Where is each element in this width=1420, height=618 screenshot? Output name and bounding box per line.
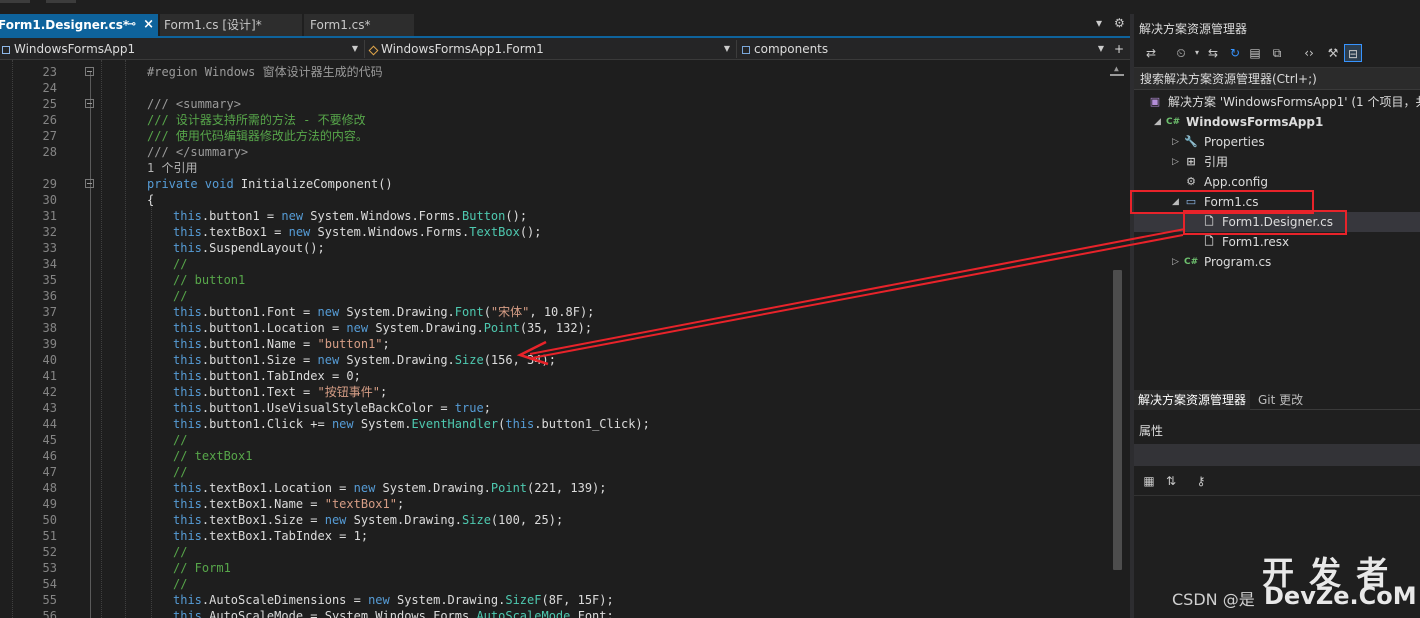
- csdn-watermark: CSDN @是: [1172, 590, 1255, 609]
- arrow-line: [529, 228, 1186, 355]
- visual-studio-window: Form1.Designer.cs* ⊸ × Form1.cs [设计]* Fo…: [0, 0, 1420, 618]
- arrow-line: [531, 234, 1184, 359]
- annotation-arrow: [516, 228, 1186, 366]
- brand-watermark-en: DevZe.CoM: [1264, 582, 1417, 610]
